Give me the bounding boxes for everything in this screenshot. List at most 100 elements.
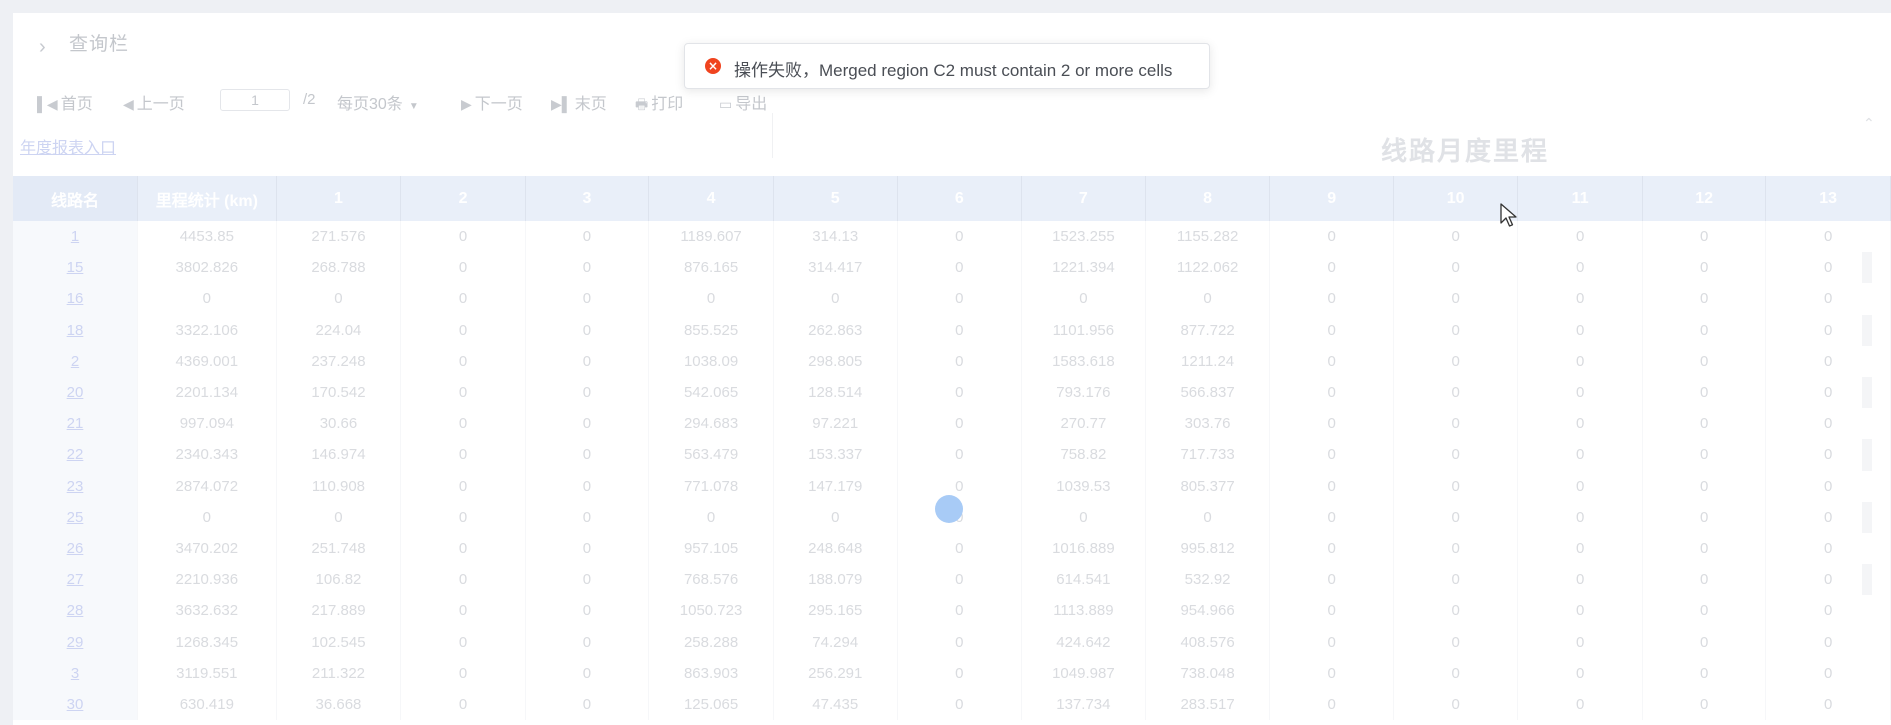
- table-cell: 270.77: [1021, 408, 1146, 440]
- line-name-link[interactable]: 26: [13, 532, 138, 565]
- header-divider: [772, 113, 773, 158]
- table-cell: 0: [1393, 283, 1519, 315]
- mileage-table: 线路名 里程统计 (km) 1 2 3 4 5 6 7 8 9 10 11 12 13 1 4453.85 27…: [13, 176, 1891, 720]
- line-name-link[interactable]: 21: [13, 408, 138, 440]
- table-cell: 0: [1765, 595, 1891, 627]
- table-cell: 2201.134: [137, 376, 277, 409]
- table-cell: 0: [400, 501, 526, 533]
- table-cell: 0: [400, 439, 526, 471]
- line-name-link[interactable]: 18: [13, 314, 138, 346]
- column-header[interactable]: 3: [525, 176, 650, 221]
- page-number-input[interactable]: [220, 89, 290, 111]
- table-cell: 0: [525, 657, 650, 689]
- line-name-link[interactable]: 16: [13, 283, 138, 315]
- table-cell: 0: [525, 283, 650, 315]
- line-name-link[interactable]: 15: [13, 252, 138, 284]
- column-header[interactable]: 2: [400, 176, 526, 221]
- table-cell: 0: [525, 221, 650, 253]
- table-cell: 0: [1765, 501, 1891, 533]
- table-cell: 0: [276, 501, 402, 533]
- export-button[interactable]: ▭ 导出: [719, 90, 767, 114]
- table-cell: 1101.956: [1021, 314, 1146, 346]
- table-cell: 251.748: [276, 532, 402, 565]
- table-cell: 0: [525, 470, 650, 502]
- line-name-link[interactable]: 27: [13, 564, 138, 596]
- table-cell: 0: [1765, 626, 1891, 658]
- line-name-link[interactable]: 30: [13, 688, 138, 720]
- table-cell: 0: [1765, 564, 1891, 596]
- last-page-button[interactable]: ▶▌ 末页: [551, 90, 607, 114]
- table-cell: 0: [1765, 283, 1891, 315]
- line-name-link[interactable]: 2: [13, 345, 138, 377]
- table-cell: 1050.723: [648, 595, 774, 627]
- table-cell: 0: [648, 501, 774, 533]
- first-page-button[interactable]: ▌◀ 首页: [37, 90, 93, 114]
- table-cell: 271.576: [276, 221, 402, 253]
- column-header[interactable]: 8: [1145, 176, 1271, 221]
- column-header[interactable]: 5: [773, 176, 898, 221]
- chevron-right-icon[interactable]: ›: [39, 37, 46, 57]
- column-header[interactable]: 6: [897, 176, 1023, 221]
- column-header[interactable]: 7: [1021, 176, 1146, 221]
- table-cell: 954.966: [1145, 595, 1271, 627]
- line-name-link[interactable]: 3: [13, 657, 138, 689]
- column-header[interactable]: 11: [1517, 176, 1643, 221]
- year-report-link[interactable]: 年度报表入口: [20, 134, 116, 158]
- line-name-link[interactable]: 20: [13, 376, 138, 409]
- prev-page-button[interactable]: ◀ 上一页: [123, 90, 185, 114]
- table-cell: 0: [1517, 221, 1643, 253]
- column-header[interactable]: 12: [1642, 176, 1767, 221]
- column-header[interactable]: 里程统计 (km): [137, 176, 277, 221]
- table-cell: 188.079: [773, 564, 898, 596]
- table-cell: 0: [400, 626, 526, 658]
- table-cell: 3632.632: [137, 595, 277, 627]
- table-cell: 0: [525, 564, 650, 596]
- table-cell: 1039.53: [1021, 470, 1146, 502]
- table-cell: 314.417: [773, 252, 898, 284]
- table-cell: 738.048: [1145, 657, 1271, 689]
- line-name-link[interactable]: 25: [13, 501, 138, 533]
- table-cell: 0: [525, 408, 650, 440]
- scroll-up-icon[interactable]: ⌃: [1863, 115, 1875, 132]
- table-cell: 0: [1517, 252, 1643, 284]
- table-cell: 0: [1765, 345, 1891, 377]
- table-cell: 211.322: [276, 657, 402, 689]
- report-title: 线路月度里程: [1381, 136, 1550, 166]
- column-header[interactable]: 9: [1269, 176, 1394, 221]
- column-header[interactable]: 4: [648, 176, 774, 221]
- table-cell: 1221.394: [1021, 252, 1146, 284]
- table-cell: 0: [1642, 376, 1767, 409]
- table-cell: 0: [400, 376, 526, 409]
- column-header[interactable]: 1: [276, 176, 402, 221]
- table-cell: 0: [1517, 626, 1643, 658]
- line-name-link[interactable]: 23: [13, 470, 138, 502]
- last-page-icon: ▶▌: [551, 96, 572, 112]
- table-cell: 0: [1642, 626, 1767, 658]
- table-cell: 30.66: [276, 408, 402, 440]
- column-header-line-name[interactable]: 线路名: [13, 176, 138, 221]
- line-name-link[interactable]: 1: [13, 221, 138, 253]
- line-name-link[interactable]: 29: [13, 626, 138, 658]
- line-name-link[interactable]: 22: [13, 439, 138, 471]
- print-button[interactable]: 🖶 打印: [635, 90, 683, 118]
- table-cell: 0: [400, 564, 526, 596]
- table-cell: 0: [1517, 314, 1643, 346]
- table-cell: 0: [137, 283, 277, 315]
- table-cell: 268.788: [276, 252, 402, 284]
- next-page-button[interactable]: ▶ 下一页: [461, 90, 523, 114]
- table-cell: 0: [400, 595, 526, 627]
- table-cell: 3470.202: [137, 532, 277, 565]
- table-row: 22 2340.343 146.974 0 0 563.479 153.337 0 758.82…: [13, 439, 1891, 471]
- table-row: 1 4453.85 271.576 0 0 1189.607 314.13 0 1523.255…: [13, 221, 1891, 253]
- table-cell: 0: [400, 657, 526, 689]
- table-cell: 0: [1269, 532, 1394, 565]
- table-cell: 0: [1765, 657, 1891, 689]
- table-cell: 0: [1269, 314, 1394, 346]
- table-cell: 224.04: [276, 314, 402, 346]
- table-cell: 717.733: [1145, 439, 1271, 471]
- error-message: 操作失败，Merged region C2 must contain 2 or …: [734, 61, 1173, 80]
- column-header[interactable]: 13: [1765, 176, 1891, 221]
- line-name-link[interactable]: 28: [13, 595, 138, 627]
- page-size-select[interactable]: 每页30条 ▼: [337, 90, 419, 114]
- table-cell: 0: [897, 470, 1023, 502]
